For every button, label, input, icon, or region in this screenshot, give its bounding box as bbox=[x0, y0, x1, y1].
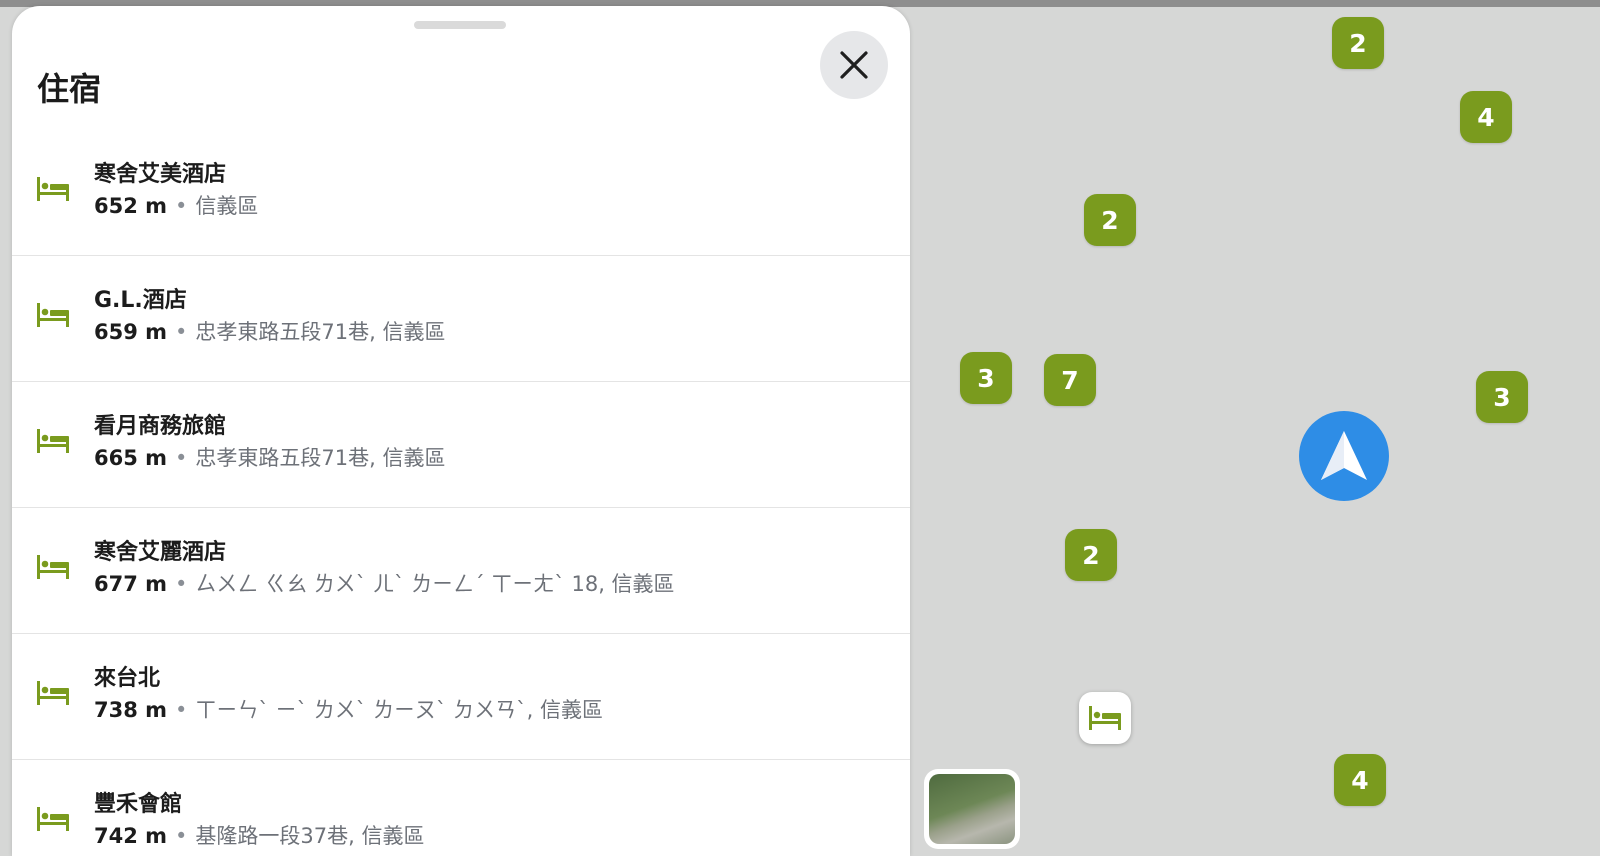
lodging-map-marker[interactable] bbox=[1079, 692, 1131, 744]
bed-icon bbox=[1089, 706, 1121, 730]
map-cluster-marker[interactable]: 2 bbox=[1084, 194, 1136, 246]
lodging-name: 豐禾會館 bbox=[94, 792, 183, 817]
list-item[interactable]: 看月商務旅館 665 m • 忠孝東路五段71巷, 信義區 bbox=[12, 382, 910, 508]
cluster-count: 2 bbox=[1082, 540, 1100, 570]
lodging-distance: 677 m bbox=[94, 572, 168, 596]
lodging-name: 寒舍艾麗酒店 bbox=[94, 540, 227, 565]
cluster-count: 3 bbox=[1493, 382, 1511, 412]
meta-separator: • bbox=[175, 194, 188, 218]
map-cluster-marker[interactable]: 3 bbox=[1476, 371, 1528, 423]
cluster-count: 2 bbox=[1349, 28, 1367, 58]
lodging-address: 忠孝東路五段71巷, 信義區 bbox=[195, 320, 446, 344]
lodging-address: ㄒㄧㄣˋ ㄧˋ ㄌㄨˋ ㄌㄧㄡˋ ㄉㄨㄢˋ, 信義區 bbox=[195, 698, 603, 722]
bed-icon bbox=[36, 679, 70, 707]
lodging-meta: 652 m • 信義區 bbox=[94, 190, 258, 220]
lodging-meta: 738 m • ㄒㄧㄣˋ ㄧˋ ㄌㄨˋ ㄌㄧㄡˋ ㄉㄨㄢˋ, 信義區 bbox=[94, 694, 603, 724]
meta-separator: • bbox=[175, 572, 188, 596]
street-photo bbox=[929, 774, 1015, 844]
lodging-meta: 665 m • 忠孝東路五段71巷, 信義區 bbox=[94, 442, 446, 472]
map-cluster-marker[interactable]: 4 bbox=[1334, 754, 1386, 806]
meta-separator: • bbox=[175, 446, 188, 470]
street-photo-thumbnail[interactable] bbox=[924, 769, 1020, 849]
cluster-count: 2 bbox=[1101, 205, 1119, 235]
lodging-address: 忠孝東路五段71巷, 信義區 bbox=[195, 446, 446, 470]
sheet-title: 住宿 bbox=[37, 70, 102, 108]
lodging-meta: 742 m • 基隆路一段37巷, 信義區 bbox=[94, 820, 425, 850]
bed-icon bbox=[36, 553, 70, 581]
navigation-arrow-icon bbox=[1321, 431, 1367, 480]
lodging-name: 看月商務旅館 bbox=[94, 414, 227, 439]
lodging-address: ㄙㄨㄥ ㄍㄠ ㄌㄨˋ ㄦˋ ㄌㄧㄥˊ ㄒㄧㄤˋ 18, 信義區 bbox=[195, 572, 675, 596]
bed-icon bbox=[36, 427, 70, 455]
bed-icon bbox=[36, 301, 70, 329]
bed-icon bbox=[36, 175, 70, 203]
lodging-distance: 665 m bbox=[94, 446, 168, 470]
list-item[interactable]: 寒舍艾美酒店 652 m • 信義區 bbox=[12, 130, 910, 256]
drag-handle[interactable] bbox=[414, 21, 506, 29]
lodging-distance: 742 m bbox=[94, 824, 168, 848]
lodging-distance: 652 m bbox=[94, 194, 168, 218]
lodging-name: 來台北 bbox=[94, 666, 161, 691]
lodging-distance: 659 m bbox=[94, 320, 168, 344]
lodging-address: 信義區 bbox=[195, 194, 259, 218]
my-location-button[interactable] bbox=[1299, 411, 1389, 501]
lodging-bottom-sheet: 住宿 寒舍艾美酒店 652 m • 信義區 G.L.酒店 659 m • 忠孝東路五段71巷,… bbox=[12, 6, 910, 856]
bed-icon bbox=[36, 805, 70, 833]
cluster-count: 7 bbox=[1061, 365, 1079, 395]
lodging-distance: 738 m bbox=[94, 698, 168, 722]
lodging-address: 基隆路一段37巷, 信義區 bbox=[195, 824, 425, 848]
cluster-count: 3 bbox=[977, 363, 995, 393]
lodging-meta: 677 m • ㄙㄨㄥ ㄍㄠ ㄌㄨˋ ㄦˋ ㄌㄧㄥˊ ㄒㄧㄤˋ 18, 信義區 bbox=[94, 568, 675, 598]
map-cluster-marker[interactable]: 2 bbox=[1065, 529, 1117, 581]
lodging-list: 寒舍艾美酒店 652 m • 信義區 G.L.酒店 659 m • 忠孝東路五段71巷, 信義… bbox=[12, 130, 910, 856]
close-icon bbox=[840, 51, 868, 79]
list-item[interactable]: 來台北 738 m • ㄒㄧㄣˋ ㄧˋ ㄌㄨˋ ㄌㄧㄡˋ ㄉㄨㄢˋ, 信義區 bbox=[12, 634, 910, 760]
list-item[interactable]: 寒舍艾麗酒店 677 m • ㄙㄨㄥ ㄍㄠ ㄌㄨˋ ㄦˋ ㄌㄧㄥˊ ㄒㄧㄤˋ 18, … bbox=[12, 508, 910, 634]
map-cluster-marker[interactable]: 2 bbox=[1332, 17, 1384, 69]
close-button[interactable] bbox=[820, 31, 888, 99]
meta-separator: • bbox=[175, 824, 188, 848]
map-cluster-marker[interactable]: 3 bbox=[960, 352, 1012, 404]
list-item[interactable]: 豐禾會館 742 m • 基隆路一段37巷, 信義區 bbox=[12, 760, 910, 856]
cluster-count: 4 bbox=[1351, 765, 1369, 795]
lodging-name: G.L.酒店 bbox=[94, 288, 187, 313]
lodging-meta: 659 m • 忠孝東路五段71巷, 信義區 bbox=[94, 316, 446, 346]
meta-separator: • bbox=[175, 698, 188, 722]
meta-separator: • bbox=[175, 320, 188, 344]
list-item[interactable]: G.L.酒店 659 m • 忠孝東路五段71巷, 信義區 bbox=[12, 256, 910, 382]
map-cluster-marker[interactable]: 4 bbox=[1460, 91, 1512, 143]
cluster-count: 4 bbox=[1477, 102, 1495, 132]
map-cluster-marker[interactable]: 7 bbox=[1044, 354, 1096, 406]
lodging-name: 寒舍艾美酒店 bbox=[94, 162, 227, 187]
